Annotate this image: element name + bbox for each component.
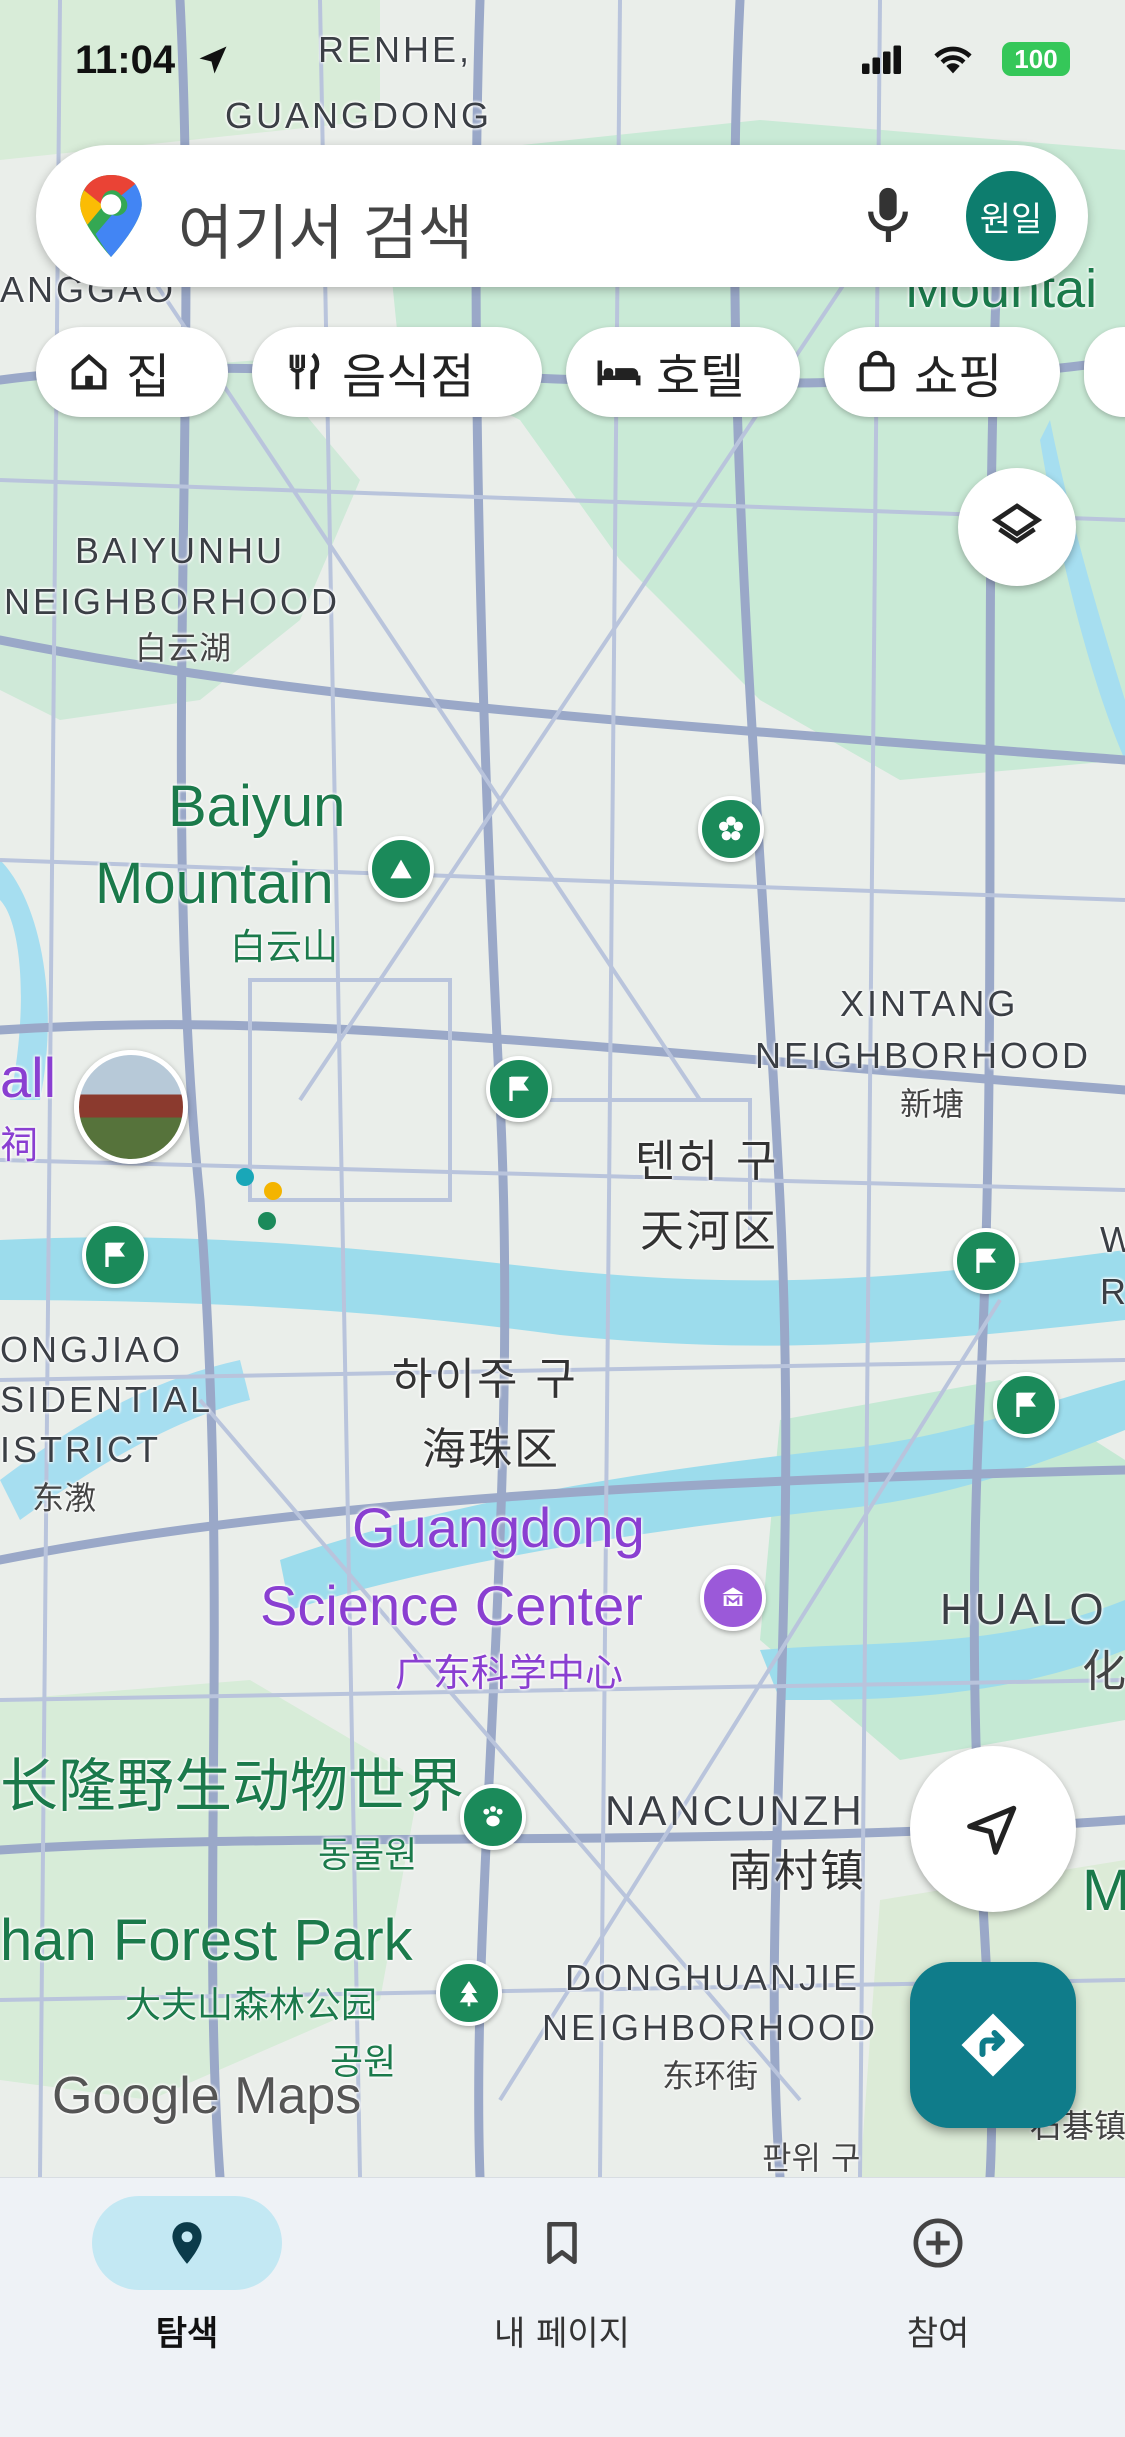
nav-item-contribute[interactable]: 참여 xyxy=(788,2196,1088,2355)
google-maps-logo-icon xyxy=(80,175,142,257)
map-dot[interactable] xyxy=(236,1168,254,1186)
map-label: 新塘 xyxy=(900,1085,965,1123)
explore-pin-icon xyxy=(172,2222,202,2264)
map-label: ONGJIAO xyxy=(0,1329,184,1370)
status-time: 11:04 xyxy=(75,38,176,82)
map-label: 化 xyxy=(1082,1646,1125,1697)
chip-label: 집 xyxy=(126,349,171,405)
map-label: 东漖 xyxy=(32,1479,97,1517)
flag-pin-icon[interactable] xyxy=(82,1222,148,1288)
map-label: 하이주 구 xyxy=(392,1354,578,1405)
bottom-nav: 탐색 내 페이지 참여 xyxy=(0,2177,1125,2437)
layers-icon xyxy=(991,503,1043,544)
map-label: BAIYUNHU xyxy=(75,530,286,571)
chip-home[interactable]: 집 xyxy=(36,327,228,417)
nav-item-my-page[interactable]: 내 페이지 xyxy=(412,2196,712,2355)
hotel-icon xyxy=(597,360,641,386)
my-location-button[interactable] xyxy=(910,1746,1076,1912)
map-label[interactable]: han Forest Park xyxy=(0,1912,413,1970)
map-label: 텐허 구 xyxy=(635,1136,779,1187)
map-label: 大夫山森林公园 xyxy=(125,1985,378,2026)
map-label: 祠 xyxy=(0,1123,39,1167)
map-label: 天河区 xyxy=(640,1206,778,1257)
location-arrow-icon xyxy=(199,46,227,74)
map-label: 판위 구 xyxy=(762,2139,861,2177)
microphone-icon[interactable] xyxy=(862,183,914,249)
map-label[interactable]: Guangdong xyxy=(352,1500,645,1556)
map-label: XINTANG xyxy=(840,983,1019,1024)
flower-pin-icon[interactable] xyxy=(698,796,764,862)
map-dot[interactable] xyxy=(264,1182,282,1200)
chip-restaurants[interactable]: 음식점 xyxy=(252,327,542,417)
flag-pin-icon[interactable] xyxy=(953,1228,1019,1294)
museum-pin-icon[interactable] xyxy=(700,1565,766,1631)
battery-indicator: 100 xyxy=(1002,42,1070,76)
map-label: 广东科学中心 xyxy=(395,1651,624,1695)
map-label[interactable]: 长隆野生动物世界 xyxy=(0,1758,464,1816)
map-label: 동물원 xyxy=(318,1835,418,1876)
flag-pin-icon[interactable] xyxy=(486,1056,552,1122)
map-label: M xyxy=(1082,1858,1125,1923)
paw-pin-icon[interactable] xyxy=(460,1784,526,1850)
place-photo-pin[interactable] xyxy=(74,1050,188,1164)
map-label: 白云湖 xyxy=(135,629,232,667)
navigation-arrow-icon xyxy=(967,1805,1017,1855)
signal-icon xyxy=(862,45,901,74)
tree-pin-icon[interactable] xyxy=(436,1960,502,2026)
map-label: NEIGHBORHOOD xyxy=(755,1035,1092,1076)
map-label[interactable]: Baiyun xyxy=(168,778,345,836)
map-label[interactable]: Science Center xyxy=(260,1578,643,1634)
directions-icon xyxy=(961,2013,1025,2077)
map-dot[interactable] xyxy=(258,1212,276,1230)
map-label: 南村镇 xyxy=(728,1846,866,1897)
status-bar: 11:04 100 xyxy=(0,0,1125,120)
avatar[interactable]: 원일 xyxy=(966,171,1056,261)
bookmark-icon xyxy=(547,2221,577,2265)
chip-hotels[interactable]: 호텔 xyxy=(566,327,800,417)
layers-button[interactable] xyxy=(958,468,1076,586)
restaurant-icon xyxy=(289,352,320,390)
map-label: NANCUNZH xyxy=(605,1787,865,1834)
chip-label: 음식점 xyxy=(342,349,475,405)
nav-label: 참여 xyxy=(906,2314,970,2354)
search-input[interactable]: 여기서 검색 xyxy=(178,185,473,272)
search-bar[interactable]: 여기서 검색 원일 xyxy=(36,145,1088,287)
map-label[interactable]: Mountain xyxy=(95,855,334,913)
home-icon xyxy=(71,353,107,390)
directions-button[interactable] xyxy=(910,1962,1076,2128)
google-maps-attribution: Google Maps xyxy=(52,2067,362,2125)
map-label: DONGHUANJIE xyxy=(565,1957,861,1998)
map-label: all xyxy=(0,1046,57,1109)
add-circle-icon xyxy=(913,2218,963,2268)
shopping-bag-icon xyxy=(859,350,895,392)
flag-pin-icon[interactable] xyxy=(993,1372,1059,1438)
map-label: SIDENTIAL xyxy=(0,1379,214,1420)
nav-label: 탐색 xyxy=(155,2314,219,2354)
nav-item-explore[interactable]: 탐색 xyxy=(37,2196,337,2355)
mountain-pin-icon[interactable] xyxy=(368,836,434,902)
map-label: 白云山 xyxy=(230,927,339,968)
chip-shopping[interactable]: 쇼핑 xyxy=(824,327,1060,417)
wifi-icon xyxy=(934,46,972,74)
map-label: 海珠区 xyxy=(422,1424,560,1475)
map-label: NEIGHBORHOOD xyxy=(542,2007,879,2048)
map-label: HUALO xyxy=(940,1585,1107,1634)
nav-label: 내 페이지 xyxy=(494,2314,630,2354)
chip-label: 호텔 xyxy=(656,349,745,405)
chip-label: 쇼핑 xyxy=(914,349,1003,405)
map-label: R xyxy=(1100,1271,1125,1312)
map-label: W xyxy=(1100,1219,1125,1260)
map-label: NEIGHBORHOOD xyxy=(4,581,341,622)
map-label: ISTRICT xyxy=(0,1429,161,1470)
map-label: 东环街 xyxy=(662,2057,759,2095)
